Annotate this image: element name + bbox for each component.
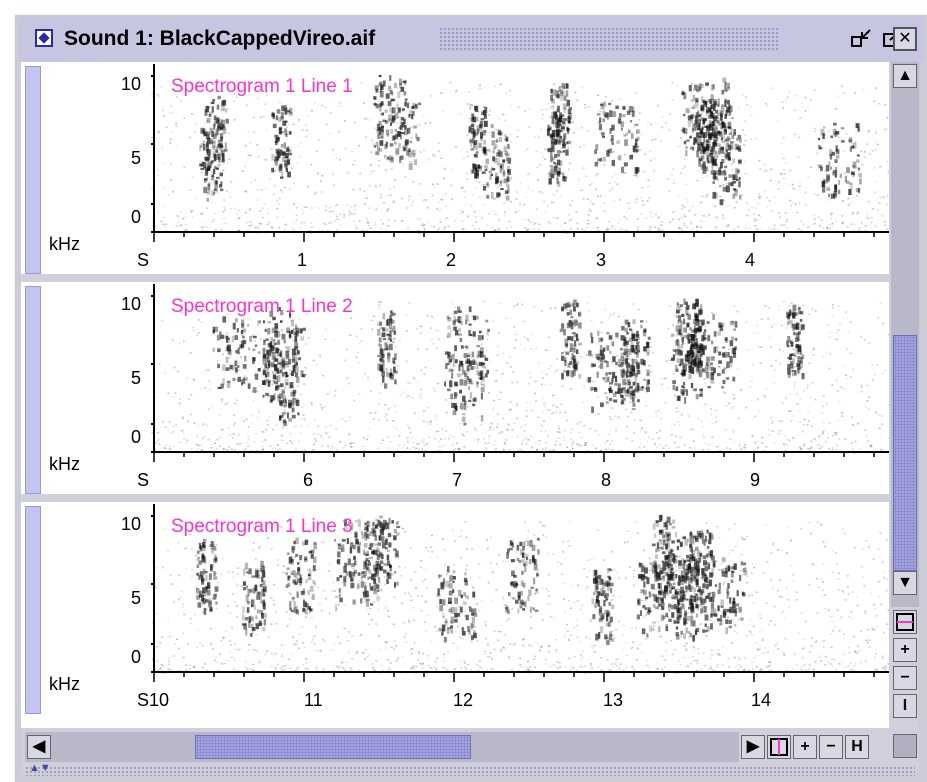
line-selection-strip[interactable] <box>25 286 41 494</box>
horizontal-zoom-out-button[interactable]: − <box>819 735 843 759</box>
vertical-selection-zoom-icon[interactable] <box>893 610 917 634</box>
spectrogram-line-2[interactable]: 10 5 0 kHz S 6 7 8 9 Spectrogram 1 Line … <box>21 282 889 498</box>
y-tick-0: 0 <box>130 427 141 447</box>
y-tick-5: 5 <box>130 368 141 388</box>
arrow-right-icon[interactable]: ▶ <box>741 735 765 759</box>
y-unit-label: kHz <box>49 234 80 254</box>
vertical-scrollbar[interactable]: ▲ ▼ <box>891 62 919 607</box>
title-bar-grip <box>439 27 779 51</box>
y-tick-10: 10 <box>120 74 141 94</box>
sound-window: Sound 1: BlackCappedVireo.aif ✕ 10 5 0 k… <box>14 14 927 782</box>
spectrogram-line-3[interactable]: 10 5 0 kHz S 10 11 12 13 14 Spectrogram … <box>21 502 889 728</box>
y-tick-0: 0 <box>130 207 141 227</box>
line-selection-strip[interactable] <box>25 66 41 274</box>
vertical-scroll-thumb[interactable] <box>893 335 917 571</box>
spectrogram-line-label: Spectrogram 1 Line 2 <box>171 296 353 317</box>
y-tick-10: 10 <box>120 514 141 534</box>
horizontal-selection-zoom-icon[interactable] <box>767 735 791 759</box>
line-selection-strip[interactable] <box>25 506 41 714</box>
horizontal-scroll-thumb[interactable] <box>195 735 471 759</box>
y-unit-label: kHz <box>49 454 80 474</box>
vertical-zoom-out-button[interactable]: − <box>893 666 917 690</box>
panel-divider <box>21 494 889 498</box>
arrow-up-icon[interactable]: ▲ <box>893 64 917 88</box>
corner-box <box>893 734 917 758</box>
y-tick-5: 5 <box>130 148 141 168</box>
close-x-icon[interactable]: ✕ <box>893 27 917 51</box>
spectrogram-line-1[interactable]: 10 5 0 kHz S 1 2 3 4 Spectrogram 1 Line … <box>21 62 889 278</box>
spectrogram-line-label: Spectrogram 1 Line 3 <box>171 516 353 537</box>
window-title: Sound 1: BlackCappedVireo.aif <box>64 27 376 50</box>
y-tick-10: 10 <box>120 294 141 314</box>
y-unit-label: kHz <box>49 674 80 694</box>
horizontal-zoom-in-button[interactable]: + <box>793 735 817 759</box>
arrow-down-icon[interactable]: ▼ <box>893 571 917 595</box>
sound-document-icon <box>35 29 53 47</box>
shrink-arrows-icon[interactable] <box>849 27 875 51</box>
x-unit-label: S <box>137 470 150 490</box>
window-resize-grip[interactable] <box>25 766 915 776</box>
split-arrows-icon[interactable]: ▲▼ <box>29 762 51 774</box>
vertical-fit-button[interactable]: I <box>893 694 917 718</box>
spectrogram-view: 10 5 0 kHz S 1 2 3 4 Spectrogram 1 Line … <box>21 62 919 776</box>
title-bar[interactable]: Sound 1: BlackCappedVireo.aif ✕ <box>19 17 924 62</box>
y-tick-0: 0 <box>130 647 141 667</box>
vertical-zoom-in-button[interactable]: + <box>893 638 917 662</box>
arrow-left-icon[interactable]: ◀ <box>27 735 51 759</box>
x-unit-label: S <box>137 690 150 710</box>
horizontal-scrollbar[interactable]: ◀ <box>25 732 739 762</box>
horizontal-fit-button[interactable]: H <box>845 735 869 759</box>
spectrogram-line-label: Spectrogram 1 Line 1 <box>171 76 353 97</box>
x-unit-label: S <box>137 250 150 270</box>
y-tick-5: 5 <box>130 588 141 608</box>
panel-divider <box>21 274 889 278</box>
